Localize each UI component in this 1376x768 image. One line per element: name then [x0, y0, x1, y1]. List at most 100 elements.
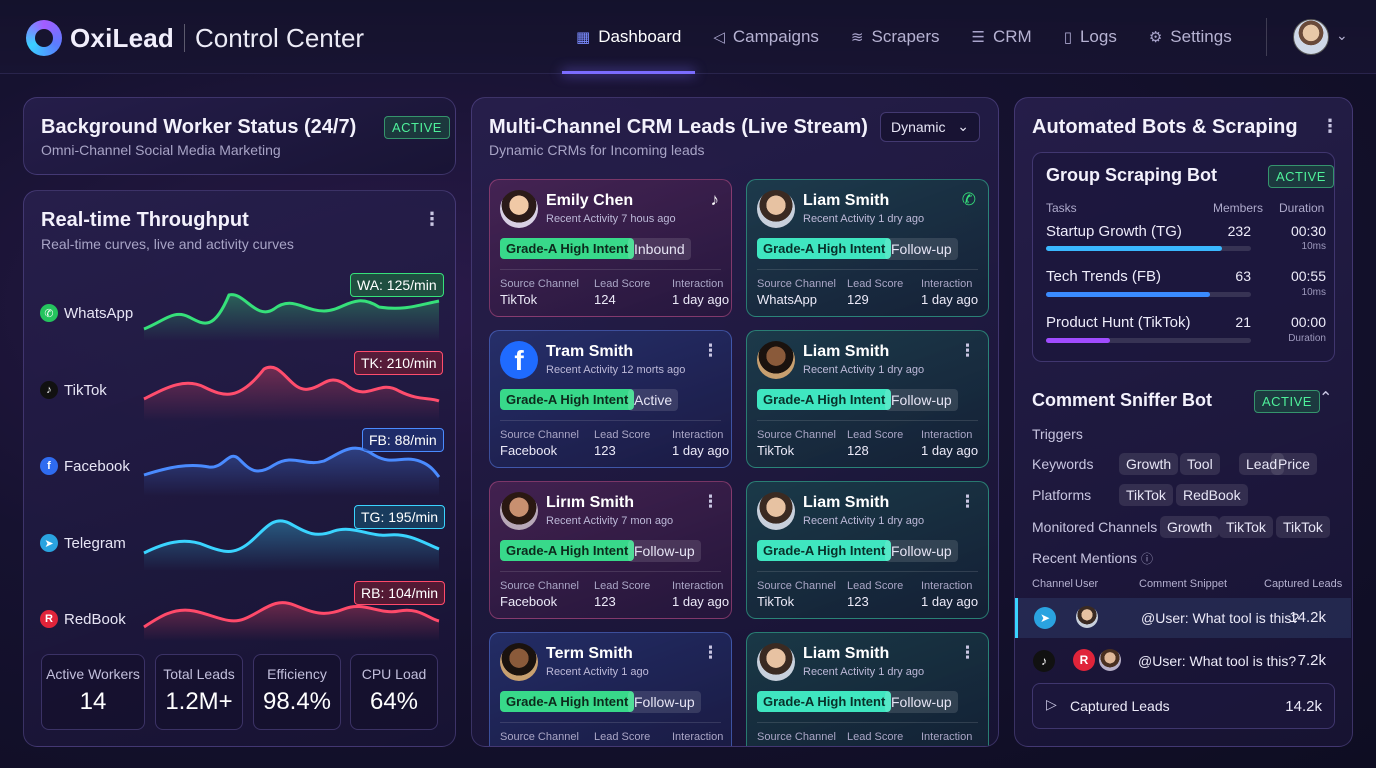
lead-card[interactable]: Emily Chen Recent Activity 7 hous ago ♪ … [489, 179, 732, 317]
task-name: Product Hunt (TikTok) [1046, 314, 1191, 331]
field-label: Source Channel [757, 731, 836, 743]
task-duration: 00:30 [1290, 223, 1326, 239]
divider [500, 420, 721, 421]
task-progress-fill [1046, 292, 1210, 297]
source-value: TikTok [757, 594, 795, 609]
lead-card[interactable]: Term Smith Recent Activity 1 ago ⋮ Grade… [489, 632, 732, 746]
lead-name: Liam Smith [803, 645, 890, 662]
nav-scrapers[interactable]: ≋ Scrapers [835, 0, 956, 74]
channel-whatsapp: ✆ WhatsApp [40, 304, 133, 322]
status-tag: Follow-up [885, 238, 958, 260]
task-progress [1046, 292, 1251, 297]
interaction-value: 1 day ago [672, 443, 730, 458]
status-badge: ACTIVE [1254, 390, 1320, 413]
more-options-icon[interactable]: ⋮ [959, 341, 976, 361]
source-value: TikTok [500, 292, 538, 307]
score-value: 123 [594, 594, 616, 609]
nav-label: Campaigns [732, 27, 819, 46]
task-members: 63 [1235, 268, 1251, 284]
group-scraping-bot: Group Scraping Bot ACTIVE Tasks Members … [1032, 152, 1335, 362]
field-label: Lead Score [847, 429, 904, 441]
main-nav: ▦ Dashboard ◁ Campaigns ≋ Scrapers ☰ CRM ▯ Lo… [560, 0, 1248, 74]
channel-chip[interactable]: TikTok [1276, 516, 1330, 538]
platform-chip[interactable]: RedBook [1176, 484, 1248, 506]
field-label: Source Channel [500, 429, 579, 441]
app-name: OxiLead [70, 22, 174, 53]
layers-icon: ≋ [850, 29, 864, 46]
grade-badge: Grade-A High Intent [757, 389, 892, 410]
nav-settings[interactable]: ⚙ Settings [1133, 0, 1248, 74]
nav-logs[interactable]: ▯ Logs [1048, 0, 1133, 74]
channel-chip[interactable]: Growth [1160, 516, 1220, 538]
chevron-up-icon[interactable]: ⌃ [1319, 388, 1332, 408]
field-label: Interaction [921, 278, 973, 290]
mention-row[interactable]: ♪ R @User: What tool is this? 7.2k [1015, 641, 1351, 681]
channel-name: TikTok [64, 381, 107, 399]
redbook-icon: R [1073, 649, 1095, 671]
mention-row[interactable]: ➤ @User: What tool is this? 14.2k [1015, 598, 1351, 638]
crm-title: Multi-Channel CRM Leads (Live Stream) [489, 116, 868, 138]
field-label: Lead Score [847, 278, 904, 290]
task-progress [1046, 246, 1251, 251]
keyword-chip[interactable]: Tool [1180, 453, 1220, 475]
platforms-label: Platforms [1032, 487, 1092, 503]
lead-card[interactable]: Liam Smith Recent Activity 1 dry ago ✆ G… [746, 179, 989, 317]
avatar [757, 190, 795, 228]
chevron-down-icon[interactable]: ⌄ [1336, 27, 1348, 44]
lead-recent-activity: Recent Activity 1 dry ago [803, 213, 925, 225]
status-tag: Active [628, 389, 679, 411]
more-options-icon[interactable]: ⋮ [959, 492, 976, 512]
field-label: Source Channel [757, 429, 836, 441]
logo[interactable]: OxiLead Control Center [26, 20, 364, 56]
more-options-icon[interactable]: ⋮ [702, 643, 719, 663]
avatar [500, 190, 538, 228]
field-label: Source Channel [757, 278, 836, 290]
source-value: Facebook [500, 443, 558, 458]
stat-label: Total Leads [163, 666, 235, 682]
channel-name: RedBook [64, 610, 126, 628]
grade-badge: Grade-A High Intent [757, 238, 892, 259]
nav-divider [1266, 18, 1267, 56]
keyword-chip[interactable]: Growth [1119, 453, 1179, 475]
view-dropdown[interactable]: Dynamic ⌄ [880, 112, 980, 142]
lead-card[interactable]: Liam Smith Recent Activity 1 dry ago ⋮ G… [746, 481, 989, 619]
grade-badge: Grade-A High Intent [500, 389, 635, 410]
score-value: 128 [847, 443, 869, 458]
lead-card[interactable]: Liam Smith Recent Activity 1 dry ago ⋮ G… [746, 330, 989, 468]
lead-name: Term Smith [546, 645, 633, 662]
captured-leads-button[interactable]: ▷ Captured Leads 14.2k [1032, 683, 1335, 729]
lead-card[interactable]: f Tram Smith Recent Activity 12 morts ag… [489, 330, 732, 468]
task-members: 21 [1235, 314, 1251, 330]
grade-badge: Grade-A High Intent [500, 238, 635, 259]
nav-dashboard[interactable]: ▦ Dashboard [560, 0, 697, 74]
source-value: Facebook [500, 594, 558, 609]
more-options-icon[interactable]: ⋮ [702, 341, 719, 361]
info-icon[interactable]: ⓘ [1141, 552, 1153, 566]
field-label: Interaction [921, 429, 973, 441]
stat-efficiency: Efficiency 98.4% [253, 654, 341, 730]
crm-subtitle: Dynamic CRMs for Incoming leads [489, 142, 705, 158]
divider [757, 571, 978, 572]
stat-value: 64% [369, 688, 419, 715]
user-avatar[interactable] [1293, 19, 1329, 55]
more-options-icon[interactable]: ⋮ [1321, 116, 1339, 137]
more-options-icon[interactable]: ⋮ [702, 492, 719, 512]
channel-tiktok: ♪ TikTok [40, 381, 107, 399]
task-subduration: Duration [1288, 333, 1326, 344]
channel-chip[interactable]: TikTok [1219, 516, 1273, 538]
rate-telegram: TG: 195/min [354, 505, 446, 529]
avatar [1099, 649, 1121, 671]
field-label: Lead Score [594, 580, 651, 592]
more-options-icon[interactable]: ⋮ [959, 643, 976, 663]
nav-crm[interactable]: ☰ CRM [956, 0, 1048, 74]
divider [500, 722, 721, 723]
nav-campaigns[interactable]: ◁ Campaigns [697, 0, 835, 74]
lead-card[interactable]: Lirım Smith Recent Activity 7 mon ago ⋮ … [489, 481, 732, 619]
keyword-chip[interactable]: Price [1271, 453, 1317, 475]
field-label: Lead Score [847, 731, 904, 743]
platform-chip[interactable]: TikTok [1119, 484, 1173, 506]
lead-card[interactable]: Liam Smith Recent Activity 1 dry ago ⋮ G… [746, 632, 989, 746]
status-tag: Follow-up [885, 540, 958, 562]
divider [500, 269, 721, 270]
facebook-icon: f [40, 457, 58, 475]
